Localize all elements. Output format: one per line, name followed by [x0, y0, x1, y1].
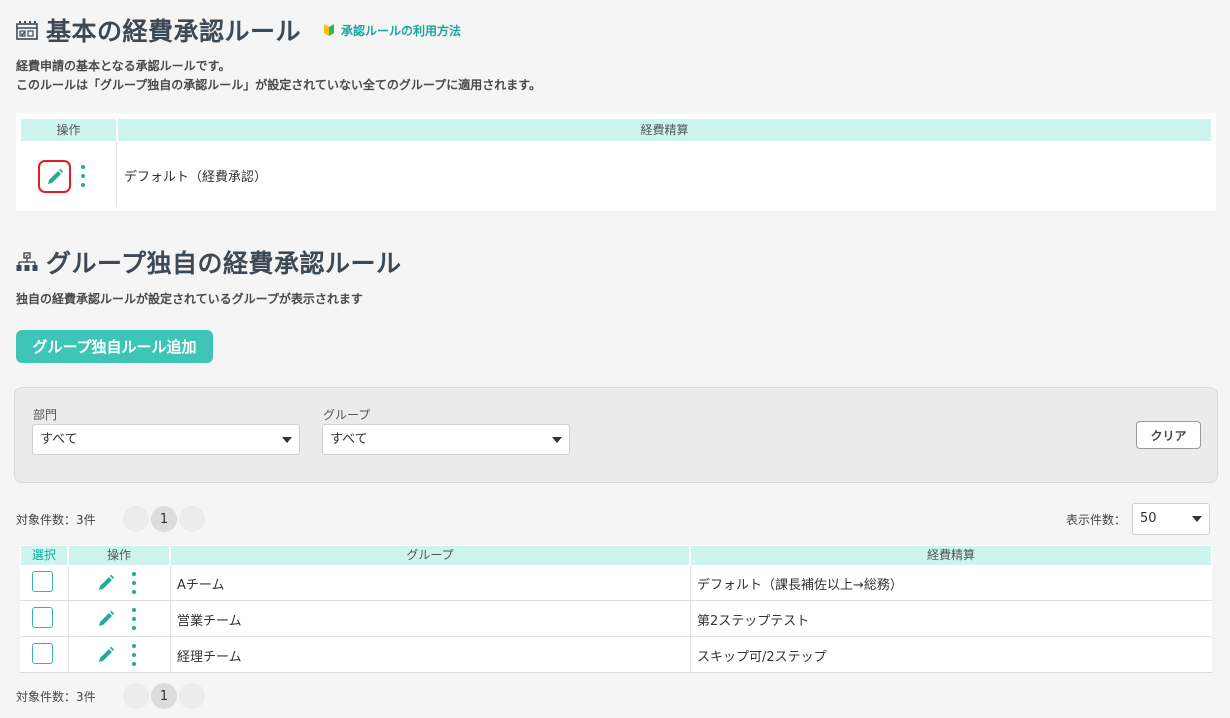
column-header-select: 選択 — [21, 546, 67, 565]
prev-page-button[interactable] — [123, 683, 149, 709]
help-link-label: 承認ルールの利用方法 — [341, 23, 462, 38]
column-header-action: 操作 — [69, 546, 169, 565]
group-name: 営業チーム — [177, 614, 242, 629]
column-header-action: 操作 — [21, 119, 116, 141]
pencil-icon — [99, 610, 115, 626]
more-options-button[interactable] — [129, 572, 139, 594]
row-divider — [20, 600, 1212, 601]
row-checkbox[interactable] — [32, 571, 53, 592]
row-divider — [20, 636, 1212, 637]
caret-down-icon — [1192, 516, 1202, 522]
divider — [116, 141, 117, 207]
divider — [170, 565, 171, 673]
more-options-button[interactable] — [129, 608, 139, 630]
group-select-value: すべて — [330, 432, 368, 447]
caret-down-icon — [552, 437, 562, 443]
page-button-current[interactable]: 1 — [151, 683, 177, 709]
group-name: Aチーム — [177, 578, 225, 593]
section-title: グループ独自の経費承認ルール — [46, 249, 402, 278]
edit-button[interactable] — [91, 640, 121, 670]
group-name: 経理チーム — [177, 650, 242, 665]
next-page-button[interactable] — [179, 683, 205, 709]
per-page-select[interactable]: 50 — [1132, 503, 1210, 535]
caret-down-icon — [282, 437, 292, 443]
more-options-button[interactable] — [129, 644, 139, 666]
basic-rule-header: 基本の経費承認ルール 承認ルールの利用方法 — [16, 12, 461, 48]
row-checkbox[interactable] — [32, 607, 53, 628]
edit-button[interactable] — [38, 160, 71, 193]
page-title: 基本の経費承認ルール — [46, 17, 302, 46]
description-line: 経費申請の基本となる承認ルールです。 — [16, 59, 231, 73]
expense-rule: スキップ可/2ステップ — [697, 650, 827, 665]
group-label: グループ — [323, 408, 371, 422]
group-select[interactable]: すべて — [322, 424, 570, 455]
page-button-current[interactable]: 1 — [151, 506, 177, 532]
group-rule-description: 独自の経費承認ルールが設定されているグループが表示されます — [16, 292, 363, 306]
column-header-expense: 経費精算 — [691, 546, 1211, 565]
prev-page-button[interactable] — [123, 506, 149, 532]
help-link[interactable]: 承認ルールの利用方法 — [323, 22, 461, 39]
department-select[interactable]: すべて — [32, 424, 300, 455]
row-checkbox[interactable] — [32, 643, 53, 664]
result-count: 対象件数：3件 — [16, 513, 96, 527]
divider — [68, 565, 69, 673]
pencil-icon — [99, 574, 115, 590]
row-divider — [20, 672, 1212, 673]
pencil-icon — [99, 646, 115, 662]
edit-button[interactable] — [91, 604, 121, 634]
result-count: 対象件数：3件 — [16, 690, 96, 704]
basic-rule-description: 経費申請の基本となる承認ルールです。 このルールは「グループ独自の承認ルール」が… — [16, 57, 541, 95]
pencil-icon — [47, 168, 63, 184]
column-header-group: グループ — [171, 546, 689, 565]
column-header-expense: 経費精算 — [118, 119, 1211, 141]
department-select-value: すべて — [40, 432, 78, 447]
add-group-rule-button[interactable]: グループ独自ルール追加 — [16, 330, 213, 363]
group-rule-header: グループ独自の経費承認ルール — [16, 244, 402, 280]
more-options-button[interactable] — [78, 165, 88, 187]
edit-button[interactable] — [91, 568, 121, 598]
description-line: このルールは「グループ独自の承認ルール」が設定されていない全てのグループに適用さ… — [16, 78, 542, 92]
calendar-check-icon — [16, 19, 38, 41]
beginner-mark-icon — [324, 24, 335, 36]
org-chart-icon — [16, 251, 38, 273]
basic-rule-value: デフォルト（経費承認） — [124, 170, 268, 185]
department-label: 部門 — [33, 408, 58, 422]
divider — [690, 565, 691, 673]
per-page-value: 50 — [1140, 511, 1157, 526]
clear-button[interactable]: クリア — [1136, 421, 1201, 449]
per-page-label: 表示件数： — [1066, 513, 1127, 527]
expense-rule: デフォルト（課長補佐以上→総務） — [697, 578, 903, 593]
expense-rule: 第2ステップテスト — [697, 614, 810, 629]
next-page-button[interactable] — [179, 506, 205, 532]
